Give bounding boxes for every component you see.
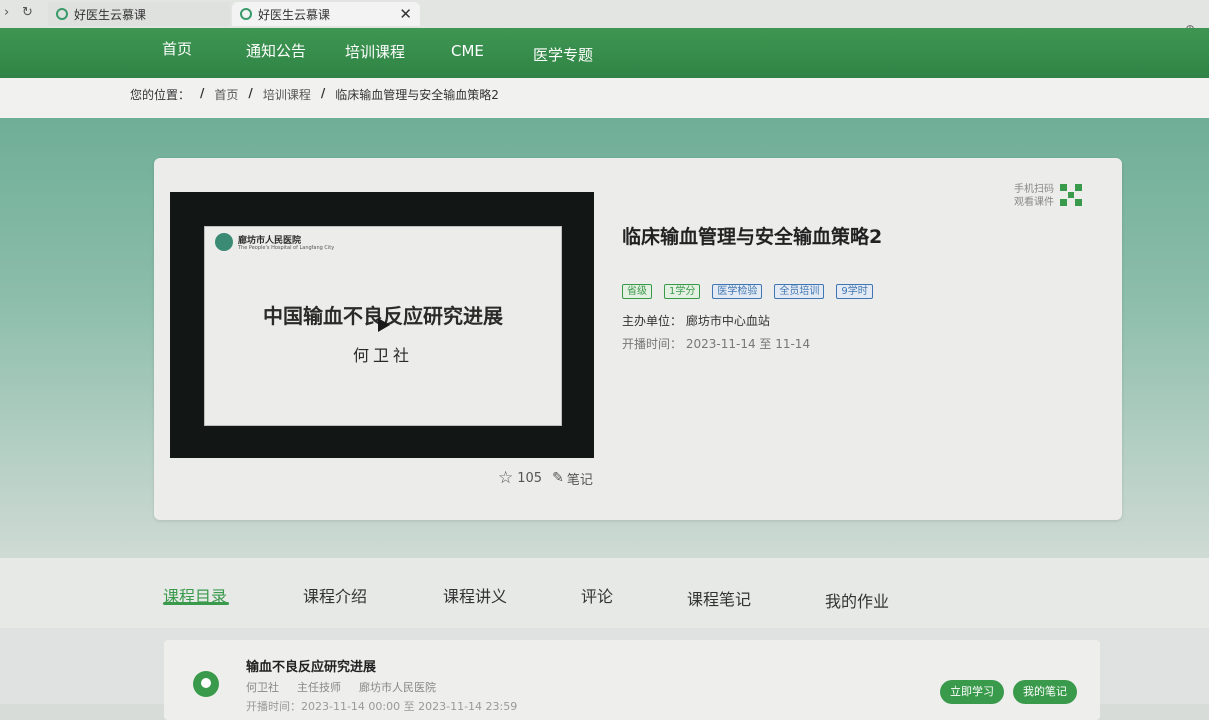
tag-audience: 全员培训 xyxy=(774,284,825,299)
organizer-value: 廊坊市中心血站 xyxy=(685,314,770,328)
lesson-meta: 何卫社 主任技师 廊坊市人民医院 xyxy=(246,679,436,695)
hospital-logo-icon xyxy=(215,233,233,251)
edit-note-icon: ✎ xyxy=(552,470,564,486)
tag-hours: 9学时 xyxy=(836,284,873,299)
close-tab-icon[interactable]: ✕ xyxy=(399,5,412,23)
lesson-time: 开播时间：2023-11-14 00:00 至 2023-11-14 23:59 xyxy=(246,700,518,713)
main-navbar: 首页 通知公告 培训课程 CME 医学专题 xyxy=(0,28,1209,78)
nav-item-notices[interactable]: 通知公告 xyxy=(246,40,306,61)
back-chevron-icon[interactable]: › xyxy=(4,5,9,20)
tab-handout[interactable]: 课程讲义 xyxy=(443,583,507,607)
lesson-lecturer: 何卫社 xyxy=(246,681,279,694)
lesson-title[interactable]: 输血不良反应研究进展 xyxy=(246,656,376,675)
qr-caption: 手机扫码 观看课件 xyxy=(1014,183,1054,209)
qr-caption-line1: 手机扫码 xyxy=(1014,184,1054,195)
video-actions: ☆ 105 ✎ 笔记 xyxy=(498,468,593,488)
lesson-hospital: 廊坊市人民医院 xyxy=(359,681,436,694)
breadcrumb-separator: / xyxy=(248,86,253,100)
tab-homework[interactable]: 我的作业 xyxy=(825,588,889,612)
browser-tab-label: 好医生云慕课 xyxy=(258,7,331,22)
breadcrumb-separator: / xyxy=(320,86,326,100)
browser-tab-2-active[interactable]: 好医生云慕课 ✕ xyxy=(232,2,420,26)
note-button[interactable]: ✎ 笔记 xyxy=(552,469,593,488)
tab-comments[interactable]: 评论 xyxy=(581,583,613,607)
breadcrumb-home[interactable]: 首页 xyxy=(214,86,238,103)
breadcrumb-prefix: 您的位置： xyxy=(130,88,191,102)
tab-course-notes[interactable]: 课程笔记 xyxy=(687,586,751,610)
browser-tab-label: 好医生云慕课 xyxy=(74,7,147,22)
broadcast-time-label: 开播时间： xyxy=(622,337,683,351)
qr-caption-line2: 观看课件 xyxy=(1014,197,1054,208)
breadcrumb-courses[interactable]: 培训课程 xyxy=(263,86,311,103)
nav-item-topics[interactable]: 医学专题 xyxy=(533,44,593,65)
note-label: 笔记 xyxy=(566,472,593,488)
tag-level: 省级 xyxy=(622,284,652,299)
play-icon[interactable] xyxy=(378,318,390,332)
lesson-position: 主任技师 xyxy=(297,681,341,694)
reload-icon[interactable]: ↻ xyxy=(22,5,33,20)
tab-intro[interactable]: 课程介绍 xyxy=(303,583,367,607)
nav-item-home[interactable]: 首页 xyxy=(162,38,192,59)
breadcrumb-separator: / xyxy=(200,86,205,100)
course-tags: 省级 1学分 医学检验 全员培训 9学时 xyxy=(622,284,873,299)
organizer-row: 主办单位： 廊坊市中心血站 xyxy=(622,312,770,329)
browser-tabstrip: › ↻ 好医生云慕课 好医生云慕课 ✕ ⊕ xyxy=(0,0,1209,36)
site-favicon-icon xyxy=(240,8,252,20)
course-title: 临床输血管理与安全输血策略2 xyxy=(622,226,883,248)
nav-item-cme[interactable]: CME xyxy=(451,42,484,60)
qr-code-icon[interactable] xyxy=(1060,184,1082,206)
favorite-count: 105 xyxy=(517,470,543,486)
lesson-play-icon[interactable] xyxy=(193,671,219,697)
star-icon: ☆ xyxy=(498,468,514,488)
my-notes-button[interactable]: 我的笔记 xyxy=(1013,680,1077,704)
slide-author: 何卫社 xyxy=(352,346,413,365)
broadcast-time-row: 开播时间： 2023-11-14 至 11-14 xyxy=(622,335,810,352)
active-tab-indicator xyxy=(163,602,229,605)
broadcast-time-value: 2023-11-14 至 11-14 xyxy=(685,337,811,351)
site-favicon-icon xyxy=(56,8,68,20)
tag-category: 医学检验 xyxy=(712,284,763,299)
breadcrumb-current: 临床输血管理与安全输血策略2 xyxy=(335,88,499,102)
slide-hospital-subtitle: The People's Hospital of Langfang City xyxy=(238,245,335,251)
tag-credit: 1学分 xyxy=(664,284,701,299)
browser-tab-1[interactable]: 好医生云慕课 xyxy=(48,2,230,26)
organizer-label: 主办单位： xyxy=(622,314,683,328)
favorite-button[interactable]: ☆ 105 xyxy=(498,468,542,488)
nav-item-courses[interactable]: 培训课程 xyxy=(345,41,405,62)
breadcrumb: 您的位置： / 首页 / 培训课程 / 临床输血管理与安全输血策略2 xyxy=(0,78,1209,118)
study-now-button[interactable]: 立即学习 xyxy=(940,680,1004,704)
